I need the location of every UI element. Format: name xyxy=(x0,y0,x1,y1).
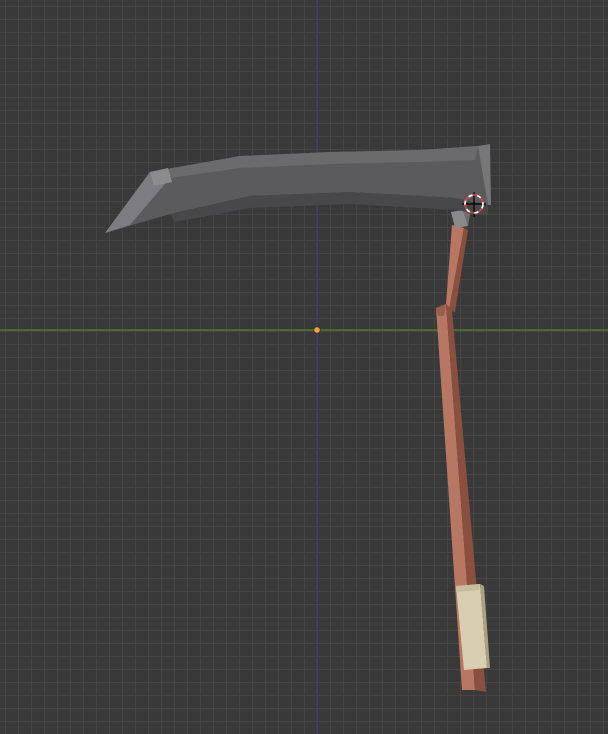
scythe-tang[interactable] xyxy=(451,210,470,228)
scythe-object[interactable] xyxy=(105,144,491,692)
scythe-blade[interactable] xyxy=(105,144,491,233)
origin-point[interactable] xyxy=(313,326,321,334)
viewport-canvas xyxy=(0,0,608,734)
3d-viewport[interactable] xyxy=(0,0,608,734)
